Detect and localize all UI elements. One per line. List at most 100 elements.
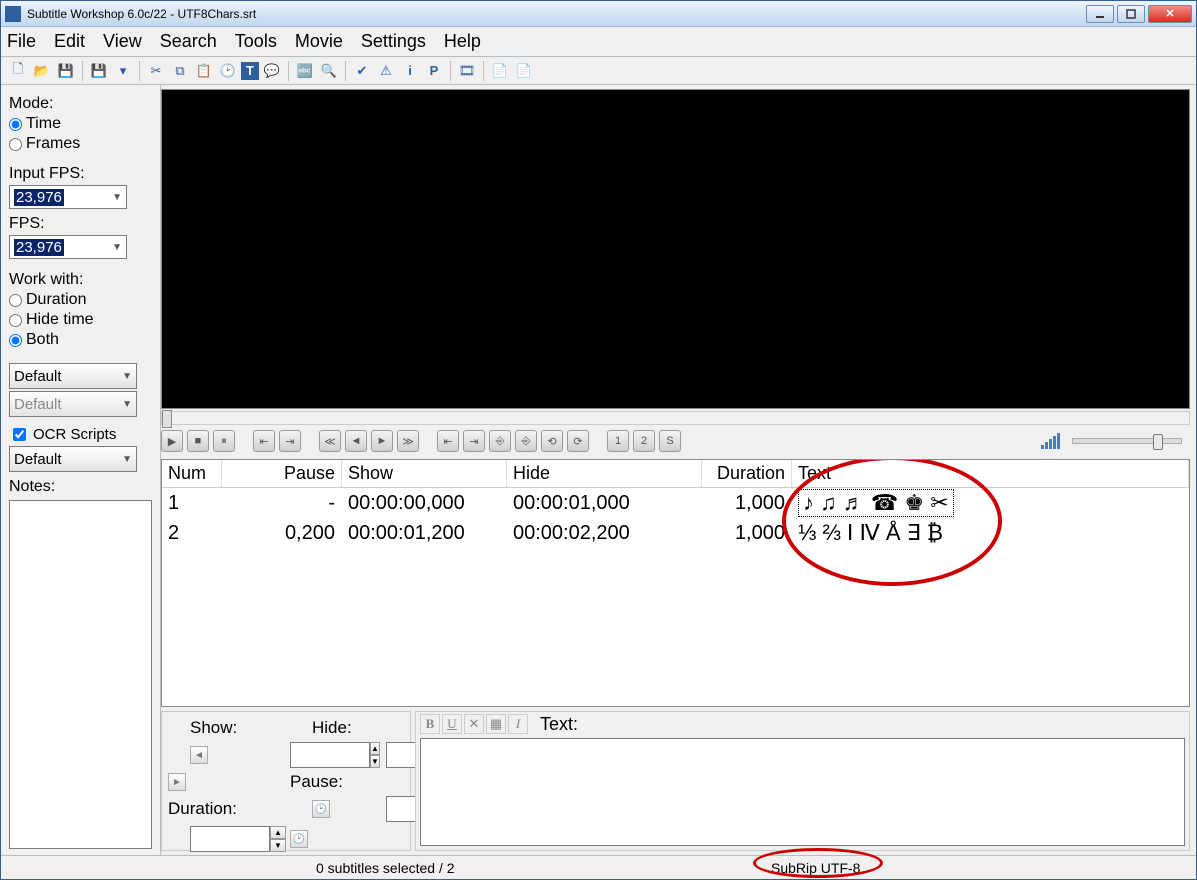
minimize-button[interactable] [1086, 5, 1114, 23]
video-icon[interactable]: 🎞 [456, 60, 478, 82]
grid-header: Num Pause Show Hide Duration Text [162, 460, 1189, 488]
italic-button[interactable]: I [508, 714, 528, 734]
back-button[interactable]: ◄ [345, 430, 367, 452]
prev-button[interactable]: ⇤ [253, 430, 275, 452]
col-pause[interactable]: Pause [222, 460, 342, 487]
pascal-icon[interactable]: P [423, 60, 445, 82]
separator [345, 61, 346, 81]
menu-view[interactable]: View [103, 31, 142, 52]
ww-both-radio[interactable]: Both [9, 331, 152, 349]
table-row[interactable]: 20,20000:00:01,20000:00:02,2001,000⅓ ⅔ Ⅰ… [162, 518, 1189, 548]
menu-help[interactable]: Help [444, 31, 481, 52]
maximize-button[interactable] [1117, 5, 1145, 23]
pause-button[interactable]: ⏸ [213, 430, 235, 452]
text-icon[interactable]: T [241, 62, 259, 80]
new-icon[interactable]: 🗋 [7, 60, 29, 82]
menu-settings[interactable]: Settings [361, 31, 426, 52]
separator [450, 61, 451, 81]
next-button[interactable]: ⇥ [279, 430, 301, 452]
charset2-select[interactable]: Default▼ [9, 391, 137, 417]
copy-icon[interactable]: ⧉ [169, 60, 191, 82]
markout-button[interactable]: ⇥ [463, 430, 485, 452]
cut-icon[interactable]: ✂ [145, 60, 167, 82]
rewind-button[interactable]: ≪ [319, 430, 341, 452]
save-icon[interactable]: 💾 [55, 60, 77, 82]
play-button[interactable]: ▶ [161, 430, 183, 452]
menu-tools[interactable]: Tools [235, 31, 277, 52]
ff-button[interactable]: ≫ [397, 430, 419, 452]
info-icon[interactable]: i [399, 60, 421, 82]
volume-icon [1041, 433, 1060, 449]
setend-button[interactable]: ⎆ [515, 430, 537, 452]
bold-button[interactable]: B [420, 714, 440, 734]
doc2-icon[interactable]: 📄 [513, 60, 535, 82]
stop-button[interactable]: ■ [187, 430, 209, 452]
spellcheck-icon[interactable]: ✔ [351, 60, 373, 82]
menu-edit[interactable]: Edit [54, 31, 85, 52]
up-icon[interactable]: ▲ [270, 826, 286, 839]
col-hide[interactable]: Hide [507, 460, 702, 487]
point1-button[interactable]: 1 [607, 430, 629, 452]
close-button[interactable]: ✕ [1148, 5, 1192, 23]
app-icon [5, 6, 21, 22]
jump-show-button[interactable]: ◄ [190, 746, 208, 764]
saveall-icon[interactable]: 💾 [88, 60, 110, 82]
mode-label: Mode: [9, 95, 152, 113]
doc-icon[interactable]: 📄 [489, 60, 511, 82]
color-button[interactable]: ▦ [486, 714, 506, 734]
seek-slider[interactable] [161, 411, 1190, 425]
clock2-icon[interactable]: 🕑 [290, 830, 308, 848]
input-fps-select[interactable]: 23,976▼ [9, 185, 127, 209]
mode-frames-radio[interactable]: Frames [9, 135, 152, 153]
notes-textarea[interactable] [9, 500, 152, 849]
ww-duration-radio[interactable]: Duration [9, 291, 152, 309]
underline-button[interactable]: U [442, 714, 462, 734]
open-icon[interactable]: 📂 [31, 60, 53, 82]
find-icon[interactable]: 🔍 [318, 60, 340, 82]
settings-icon[interactable]: ▾ [112, 60, 134, 82]
ocr-select[interactable]: Default▼ [9, 446, 137, 472]
col-duration[interactable]: Duration [702, 460, 792, 487]
separator [288, 61, 289, 81]
subtitle-grid[interactable]: Num Pause Show Hide Duration Text 1-00:0… [161, 459, 1190, 707]
fps-select[interactable]: 23,976▼ [9, 235, 127, 259]
subtitle-text-input[interactable] [420, 738, 1185, 846]
col-show[interactable]: Show [342, 460, 507, 487]
menu-movie[interactable]: Movie [295, 31, 343, 52]
markin-button[interactable]: ⇤ [437, 430, 459, 452]
duration-input[interactable] [190, 826, 270, 852]
strike-button[interactable]: ✕ [464, 714, 484, 734]
down-icon[interactable]: ▼ [370, 755, 380, 768]
window-title: Subtitle Workshop 6.0c/22 - UTF8Chars.sr… [27, 7, 1086, 21]
clock1-icon[interactable]: 🕑 [312, 800, 330, 818]
sync2-button[interactable]: ⟳ [567, 430, 589, 452]
point2-button[interactable]: 2 [633, 430, 655, 452]
warning-icon[interactable]: ⚠ [375, 60, 397, 82]
jump-hide-button[interactable]: ► [168, 773, 186, 791]
sync-button[interactable]: S [659, 430, 681, 452]
paste-icon[interactable]: 📋 [193, 60, 215, 82]
col-num[interactable]: Num [162, 460, 222, 487]
left-panel: Mode: Time Frames Input FPS: 23,976▼ FPS… [1, 85, 161, 855]
table-row[interactable]: 1-00:00:00,00000:00:01,0001,000♪ ♫ ♬ ☎ ♚… [162, 488, 1189, 518]
translate-icon[interactable]: 🔤 [294, 60, 316, 82]
sync1-button[interactable]: ⟲ [541, 430, 563, 452]
time-icon[interactable]: 🕑 [217, 60, 239, 82]
show-input[interactable] [290, 742, 370, 768]
col-text[interactable]: Text [792, 460, 1189, 487]
mode-time-radio[interactable]: Time [9, 115, 152, 133]
ww-hide-radio[interactable]: Hide time [9, 311, 152, 329]
volume-slider[interactable] [1072, 438, 1182, 444]
video-preview[interactable] [161, 89, 1190, 409]
up-icon[interactable]: ▲ [370, 742, 380, 755]
setstart-button[interactable]: ⎆ [489, 430, 511, 452]
menu-search[interactable]: Search [160, 31, 217, 52]
statusbar: 0 subtitles selected / 2 SubRip UTF-8 [1, 855, 1196, 879]
menu-file[interactable]: File [7, 31, 36, 52]
down-icon[interactable]: ▼ [270, 839, 286, 852]
comment-icon[interactable]: 💬 [261, 60, 283, 82]
separator [82, 61, 83, 81]
fwd-button[interactable]: ► [371, 430, 393, 452]
charset-select[interactable]: Default▼ [9, 363, 137, 389]
ocr-scripts-check[interactable]: OCR Scripts [9, 425, 152, 444]
